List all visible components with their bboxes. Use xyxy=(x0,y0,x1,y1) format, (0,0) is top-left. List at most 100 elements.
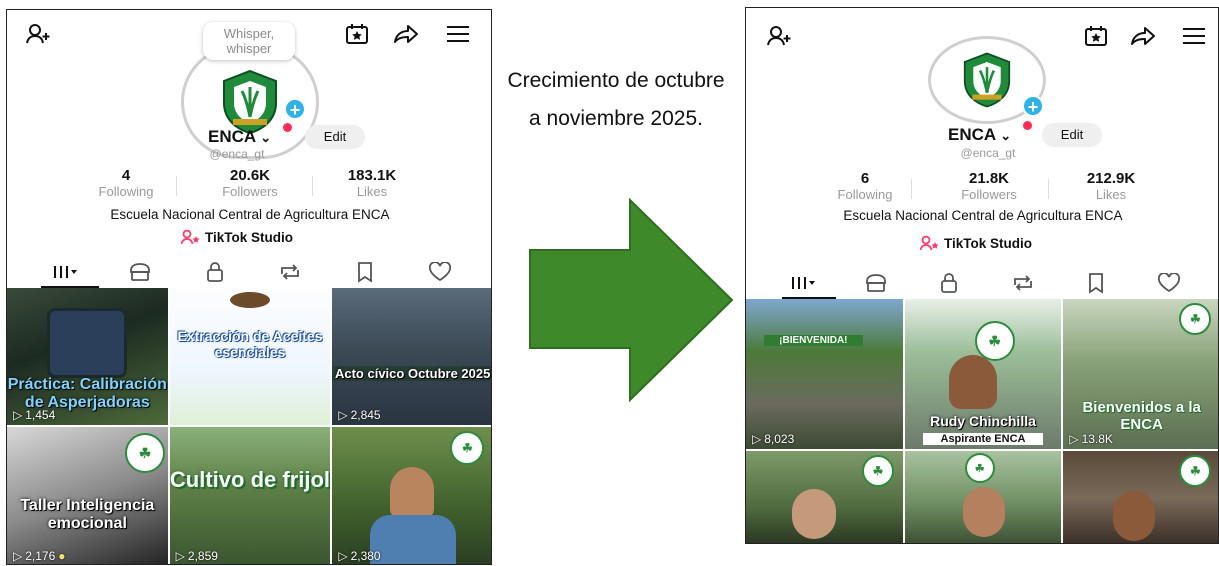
video-tile[interactable]: ☘ Rudy Chinchilla Aspirante ENCA xyxy=(904,299,1062,449)
chevron-down-icon: ⌄ xyxy=(260,130,272,145)
person-shirt xyxy=(370,515,457,564)
grid-icon xyxy=(791,277,815,289)
calendar-star-icon[interactable] xyxy=(1082,22,1110,50)
lock-icon xyxy=(941,273,958,293)
tab-favorites[interactable] xyxy=(1076,270,1116,296)
add-story-button[interactable]: + xyxy=(1022,95,1044,117)
play-icon: ▷ xyxy=(752,432,762,446)
menu-icon[interactable] xyxy=(1180,22,1208,50)
video-tile[interactable]: ☘ ▷ 2,380 xyxy=(332,427,491,564)
video-caption: Acto cívico Octubre 2025 xyxy=(332,366,491,381)
play-icon: ▷ xyxy=(338,408,348,422)
stat-divider xyxy=(1048,179,1049,199)
followers-stat[interactable]: 21.8K Followers xyxy=(944,170,1034,202)
profile-username[interactable]: ENCA ⌄ xyxy=(208,127,271,147)
followers-count: 20.6K xyxy=(229,167,271,184)
stat-divider xyxy=(312,176,313,196)
following-stat[interactable]: 6 Following xyxy=(820,170,910,202)
followers-label: Followers xyxy=(961,187,1017,202)
share-icon[interactable] xyxy=(392,20,420,48)
lightbulb-icon: ● xyxy=(58,549,66,563)
play-icon: ▷ xyxy=(13,549,23,563)
lock-icon xyxy=(206,262,223,282)
likes-count: 212.9K xyxy=(1086,170,1136,187)
person-face xyxy=(390,467,435,519)
tab-reposts[interactable] xyxy=(270,259,310,285)
play-icon: ▷ xyxy=(13,408,23,422)
repost-icon xyxy=(280,264,299,280)
video-tile[interactable]: Acto cívico Octubre 2025 ▷ 2,845 xyxy=(332,288,491,425)
add-friend-icon[interactable] xyxy=(766,22,794,50)
view-count: ▷ 13.8K xyxy=(1069,432,1113,446)
whisper-bubble[interactable]: Whisper, whisper xyxy=(203,22,295,60)
video-tile[interactable]: ☘ Bienvenidos a la ENCA ▷ 13.8K xyxy=(1063,299,1218,449)
profile-screenshot-october: Whisper, whisper + ENCA ⌄ Edit @enca_gt … xyxy=(6,9,492,565)
likes-stat[interactable]: 183.1K Likes xyxy=(327,167,417,199)
video-tile[interactable]: Cultivo de frijol ▷ 2,859 xyxy=(169,427,331,564)
following-count: 4 xyxy=(121,167,131,184)
edit-profile-button[interactable]: Edit xyxy=(305,125,365,149)
video-grid: ¡BIENVENIDA! ▷ 8,023 ☘ Rudy Chinchilla As… xyxy=(746,299,1218,543)
view-count: ▷ 2,859 xyxy=(175,549,218,563)
likes-count: 183.1K xyxy=(347,167,397,184)
edit-profile-button[interactable]: Edit xyxy=(1042,123,1102,147)
video-caption: Bienvenidos a la ENCA xyxy=(1082,399,1201,433)
grid-icon xyxy=(53,266,77,278)
tab-reposts[interactable] xyxy=(1003,270,1043,296)
stat-divider xyxy=(176,176,177,196)
video-caption: ¡BIENVENIDA! xyxy=(764,335,863,346)
profile-bio: Escuela Nacional Central de Agricultura … xyxy=(843,208,1123,223)
tab-videos[interactable] xyxy=(45,259,85,285)
share-icon[interactable] xyxy=(1129,22,1157,50)
tiktok-studio-link[interactable]: TikTok Studio xyxy=(181,229,293,245)
tab-shop[interactable] xyxy=(120,259,160,285)
tab-shop[interactable] xyxy=(856,270,896,296)
tiktok-studio-link[interactable]: TikTok Studio xyxy=(920,235,1032,251)
profile-handle: @enca_gt xyxy=(960,146,1016,160)
profile-bio: Escuela Nacional Central de Agricultura … xyxy=(110,207,390,222)
thumbnail-machine xyxy=(47,308,127,378)
add-friend-icon[interactable] xyxy=(25,20,53,48)
likes-stat[interactable]: 212.9K Likes xyxy=(1066,170,1156,202)
tab-liked[interactable] xyxy=(1149,270,1189,296)
video-tile[interactable]: ☘ xyxy=(1063,451,1218,543)
profile-username[interactable]: ENCA ⌄ xyxy=(948,125,1011,145)
video-tile[interactable]: Extracción de Aceites esenciales xyxy=(169,288,331,425)
notification-dot xyxy=(283,123,292,132)
enca-logo-icon: ☘ xyxy=(964,453,995,483)
video-tile[interactable]: ☘ xyxy=(904,451,1062,543)
enca-logo-icon: ☘ xyxy=(1179,303,1212,335)
tab-videos[interactable] xyxy=(783,270,823,296)
tab-favorites[interactable] xyxy=(345,259,385,285)
right-arrow-icon xyxy=(529,197,734,403)
menu-icon[interactable] xyxy=(444,20,472,48)
enca-logo-icon: ☘ xyxy=(125,433,165,473)
video-tile[interactable]: ☘ Taller Inteligencia emocional ▷ 2,176 ● xyxy=(7,427,168,564)
enca-logo-icon: ☘ xyxy=(974,321,1015,361)
followers-stat[interactable]: 20.6K Followers xyxy=(205,167,295,199)
video-tile[interactable]: Práctica: Calibración de Asperjadoras ▷ 1… xyxy=(7,288,168,425)
shop-icon xyxy=(866,274,886,292)
video-caption: Práctica: Calibración de Asperjadoras xyxy=(7,376,167,411)
thumbnail-soil xyxy=(229,292,270,308)
following-label: Following xyxy=(837,187,893,202)
likes-label: Likes xyxy=(1095,187,1127,202)
play-icon: ▷ xyxy=(338,549,348,563)
tab-liked[interactable] xyxy=(420,259,460,285)
tab-private[interactable] xyxy=(929,270,969,296)
studio-label: TikTok Studio xyxy=(205,229,294,245)
following-stat[interactable]: 4 Following xyxy=(81,167,171,199)
video-grid: Práctica: Calibración de Asperjadoras ▷ 1… xyxy=(7,288,491,564)
view-count: ▷ 1,454 xyxy=(13,408,56,422)
person-face xyxy=(962,487,1005,537)
add-story-button[interactable]: + xyxy=(284,98,306,120)
video-tile[interactable]: ¡BIENVENIDA! ▷ 8,023 xyxy=(746,299,903,449)
tab-private[interactable] xyxy=(195,259,235,285)
video-caption: Cultivo de frijol xyxy=(169,467,331,492)
enca-logo-icon xyxy=(963,52,1011,108)
video-caption: Rudy Chinchilla xyxy=(930,413,1036,429)
growth-caption: Crecimiento de octubre a noviembre 2025. xyxy=(507,69,725,130)
enca-logo-icon: ☘ xyxy=(862,455,894,487)
calendar-star-icon[interactable] xyxy=(343,20,371,48)
video-tile[interactable]: ☘ xyxy=(746,451,903,543)
